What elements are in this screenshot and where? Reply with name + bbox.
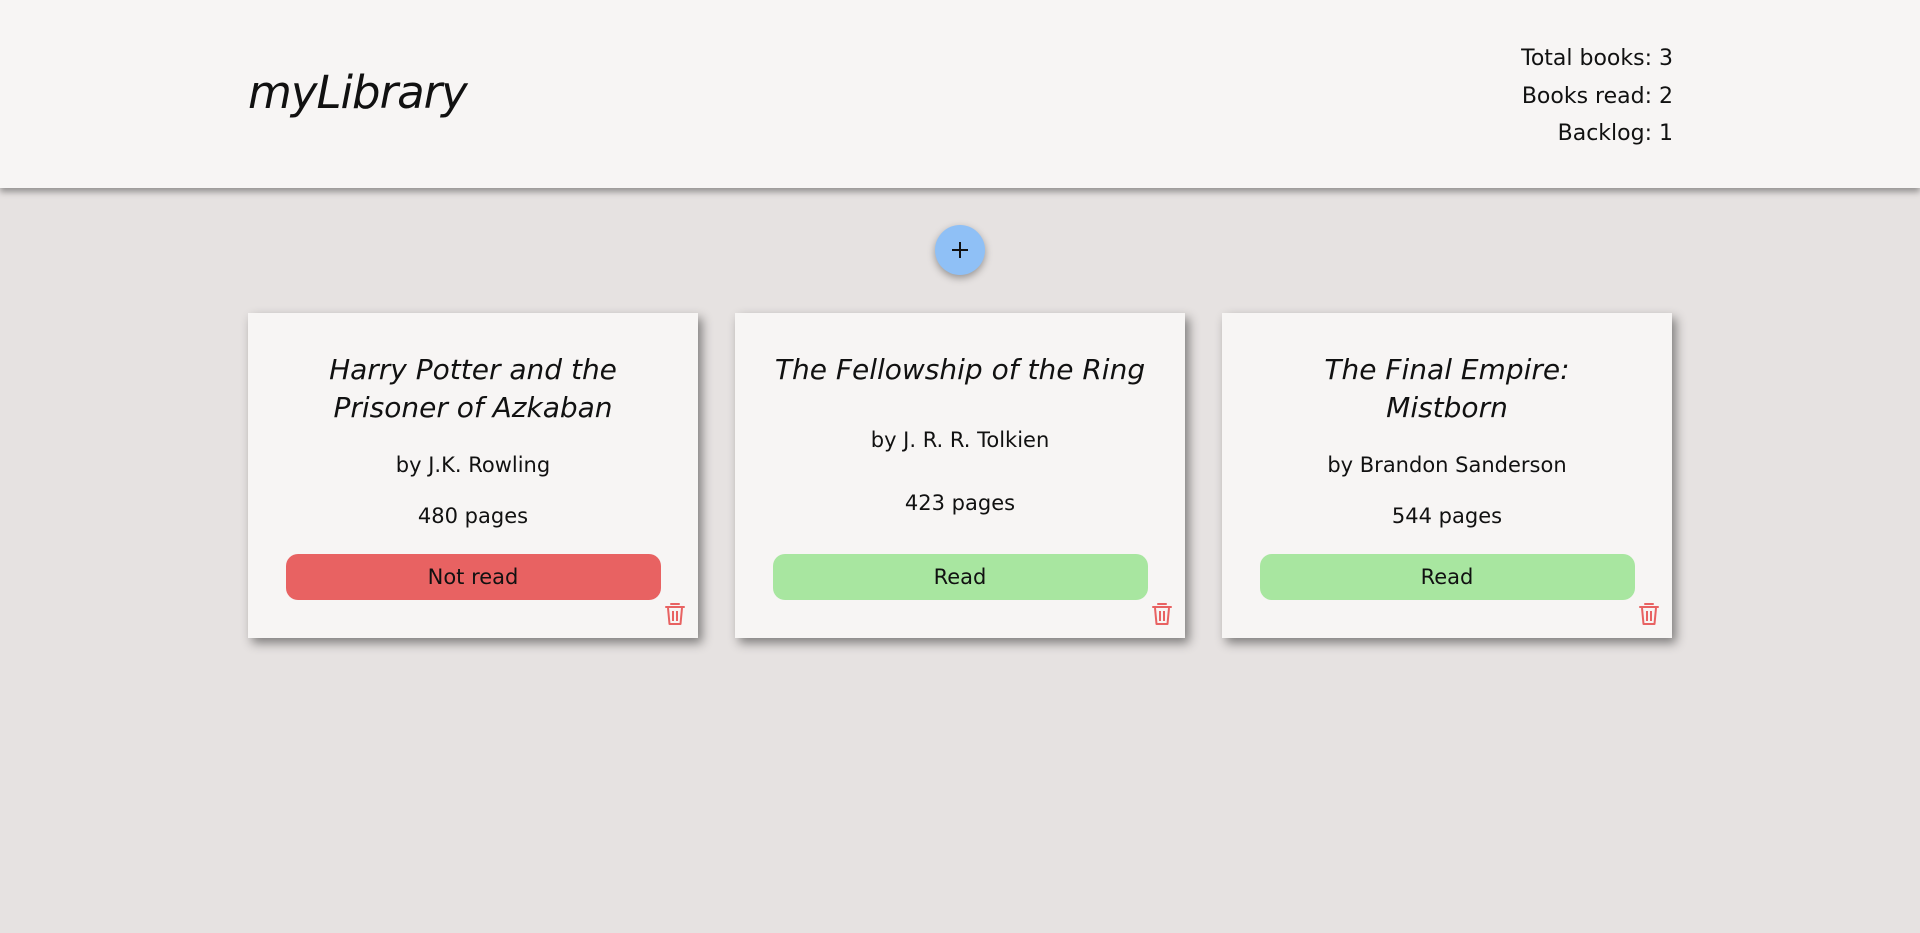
read-status-button[interactable]: Not read [285,553,661,600]
book-pages: 544 pages [1391,503,1503,528]
book-title: The Final Empire: Mistborn [1324,353,1570,424]
library-stats: Total books: 3 Books read: 2 Backlog: 1 [1521,40,1673,153]
book-grid: Harry Potter and the Prisoner of Azkaban… [248,313,1672,638]
book-title: Harry Potter and the Prisoner of Azkaban [329,353,617,424]
plus-icon [952,242,968,258]
book-card: The Fellowship of the Ring by J. R. R. T… [735,313,1185,638]
trash-icon[interactable] [1638,602,1660,626]
read-status-button[interactable]: Read [1259,553,1635,600]
book-author: by Brandon Sanderson [1327,453,1567,478]
add-book-button[interactable] [935,225,985,275]
read-status-button[interactable]: Read [772,554,1148,600]
book-title: The Fellowship of the Ring [774,353,1146,386]
book-author: by J.K. Rowling [395,453,551,478]
trash-icon[interactable] [664,602,686,626]
backlog-stat: Backlog: 1 [1557,121,1673,146]
book-card: Harry Potter and the Prisoner of Azkaban… [248,313,698,638]
book-card: The Final Empire: Mistborn by Brandon Sa… [1222,313,1672,638]
app-header: myLibrary Total books: 3 Books read: 2 B… [0,0,1920,188]
trash-icon[interactable] [1151,602,1173,626]
book-pages: 423 pages [904,491,1016,515]
books-read-stat: Books read: 2 [1521,83,1673,109]
app-title: myLibrary [248,66,468,119]
total-books-stat: Total books: 3 [1521,46,1673,71]
book-author: by J. R. R. Tolkien [870,428,1050,452]
book-pages: 480 pages [417,503,529,528]
